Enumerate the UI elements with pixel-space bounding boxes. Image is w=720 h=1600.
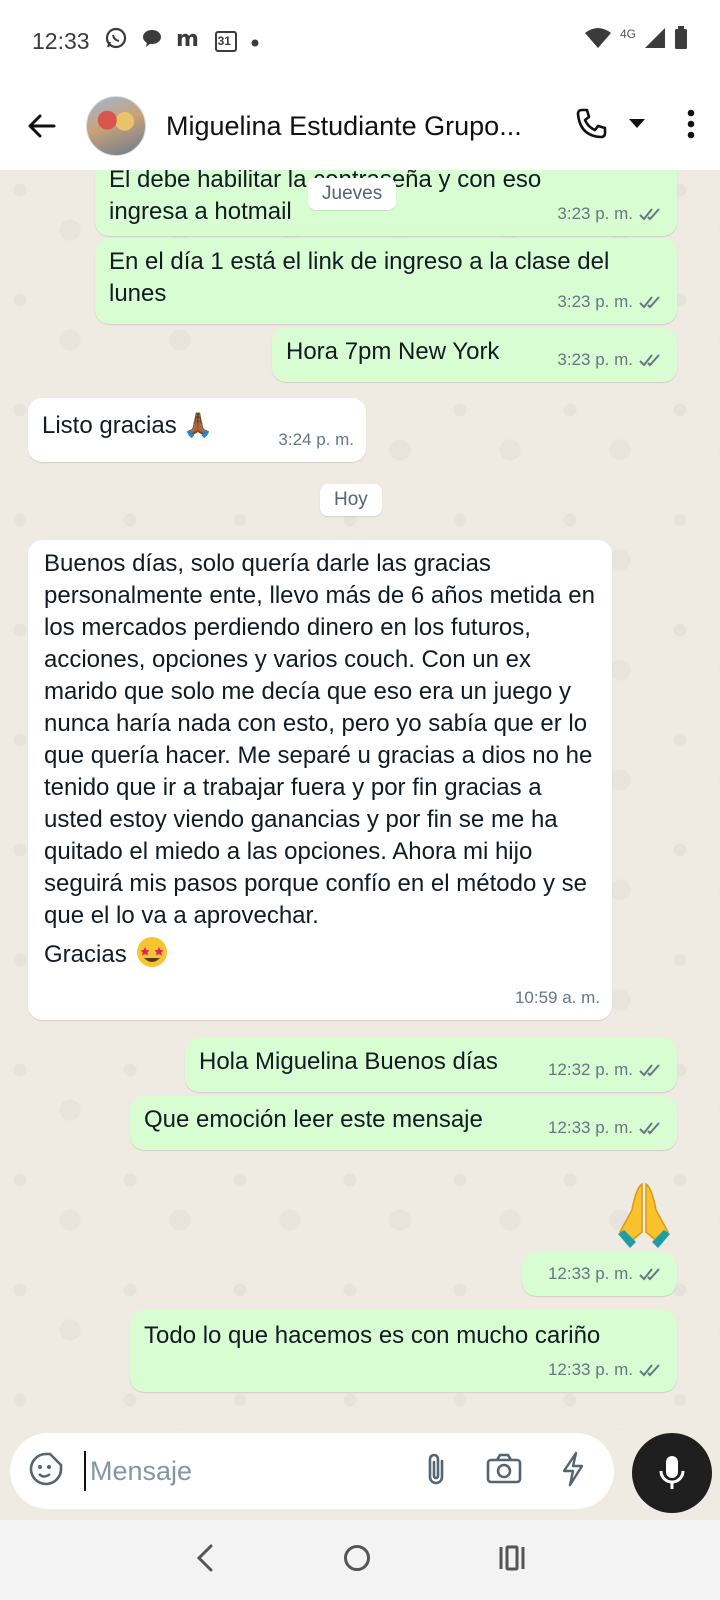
avatar[interactable] <box>86 96 146 156</box>
chat-area[interactable]: El debe habilitar la contraseña y con es… <box>0 170 720 1430</box>
message-time: 3:23 p. m. <box>557 292 633 311</box>
calendar-icon: 31 <box>214 29 238 53</box>
star-struck-emoji-icon <box>133 934 171 977</box>
nav-home-button[interactable] <box>342 1543 372 1578</box>
double-check-icon <box>639 1268 660 1281</box>
sticker-icon <box>29 1452 63 1485</box>
chat-icon <box>140 26 164 56</box>
message-time: 3:24 p. m. <box>278 430 354 449</box>
status-bar: 12:33 m 31 4G <box>0 0 720 82</box>
microphone-icon <box>659 1456 685 1489</box>
contact-name[interactable]: Miguelina Estudiante Grupo... <box>166 111 556 142</box>
status-time: 12:33 <box>32 27 90 54</box>
caret-down-icon <box>629 119 645 128</box>
nav-recents-button[interactable] <box>497 1544 527 1577</box>
camera-icon <box>486 1453 522 1483</box>
message-outgoing[interactable]: 12:33 p. m. <box>522 1252 677 1296</box>
message-time: 10:59 a. m. <box>514 988 600 1007</box>
arrow-left-icon <box>28 114 56 138</box>
message-text: Buenos días, solo quería darle las graci… <box>44 550 596 929</box>
battery-icon <box>674 26 688 56</box>
back-button[interactable] <box>22 106 62 146</box>
whatsapp-icon <box>104 26 128 56</box>
camera-button[interactable] <box>486 1453 522 1490</box>
sticker-button[interactable] <box>28 1451 64 1492</box>
message-outgoing[interactable]: Todo lo que hacemos es con mucho cariño … <box>130 1310 677 1392</box>
message-outgoing[interactable]: Que emoción leer este mensaje 12:33 p. m… <box>130 1096 677 1150</box>
message-time: 12:32 p. m. <box>547 1060 633 1079</box>
quick-replies-button[interactable] <box>560 1451 586 1492</box>
message-meta: 10:59 a. m. <box>515 982 600 1014</box>
dot-icon <box>250 28 260 54</box>
message-time: 12:33 p. m. <box>547 1360 633 1379</box>
double-check-icon <box>639 1364 660 1377</box>
date-chip: Jueves <box>308 178 397 210</box>
system-nav-bar <box>0 1520 720 1600</box>
message-outgoing[interactable]: En el día 1 está el link de ingreso a la… <box>95 238 677 324</box>
message-time: 12:33 p. m. <box>547 1264 633 1283</box>
message-incoming[interactable]: Listo gracias 🙏🏾 3:24 p. m. <box>28 398 366 462</box>
home-circle-icon <box>343 1544 370 1571</box>
wifi-icon <box>584 27 612 55</box>
double-check-icon <box>639 1122 660 1135</box>
double-check-icon <box>639 1064 660 1077</box>
composer-bar: Mensaje <box>0 1430 720 1520</box>
notification-icons: m 31 <box>104 26 260 56</box>
call-button[interactable] <box>574 107 608 146</box>
message-outgoing[interactable]: Hola Miguelina Buenos días 12:32 p. m. <box>185 1038 677 1092</box>
chevron-left-icon <box>196 1544 213 1571</box>
message-time: 3:23 p. m. <box>557 350 633 369</box>
message-meta: 3:23 p. m. <box>557 344 665 376</box>
message-time: 3:23 p. m. <box>557 204 633 223</box>
voice-message-button[interactable] <box>632 1433 712 1513</box>
nav-back-button[interactable] <box>193 1543 217 1578</box>
message-time: 12:33 p. m. <box>547 1118 633 1137</box>
message-composer: Mensaje <box>10 1433 614 1509</box>
message-text: Todo lo que hacemos es con mucho cariño <box>144 1322 601 1349</box>
message-outgoing[interactable]: Hora 7pm New York 3:23 p. m. <box>272 328 677 382</box>
message-incoming[interactable]: Buenos días, solo quería darle las graci… <box>28 540 612 1020</box>
message-meta: 12:32 p. m. <box>548 1054 665 1086</box>
message-meta: 3:24 p. m. <box>278 424 354 456</box>
message-outgoing-emoji[interactable] <box>612 1180 682 1250</box>
phone-icon <box>576 108 607 138</box>
double-check-icon <box>639 296 660 309</box>
svg-text:m: m <box>176 27 199 49</box>
double-check-icon <box>639 354 660 367</box>
message-input[interactable]: Mensaje <box>84 1451 424 1491</box>
m-app-icon: m <box>176 27 202 55</box>
more-vert-icon <box>687 109 695 138</box>
message-meta: 12:33 p. m. <box>548 1354 665 1386</box>
signal-icon <box>644 27 666 55</box>
network-type: 4G <box>619 27 636 41</box>
calendar-day: 31 <box>217 34 231 48</box>
message-meta: 12:33 p. m. <box>548 1258 665 1290</box>
call-dropdown-button[interactable] <box>628 117 646 135</box>
message-meta: 3:23 p. m. <box>557 198 665 230</box>
attach-button[interactable] <box>424 1451 448 1492</box>
chat-header: Miguelina Estudiante Grupo... <box>0 82 720 170</box>
lightning-icon <box>562 1451 584 1486</box>
message-last-line: Gracias <box>44 940 127 968</box>
message-meta: 3:23 p. m. <box>557 286 665 318</box>
recents-icon <box>499 1545 525 1570</box>
date-chip: Hoy <box>320 484 382 516</box>
paperclip-icon <box>428 1453 444 1484</box>
message-meta: 12:33 p. m. <box>548 1112 665 1144</box>
more-options-button[interactable] <box>686 109 696 144</box>
double-check-icon <box>639 208 660 221</box>
